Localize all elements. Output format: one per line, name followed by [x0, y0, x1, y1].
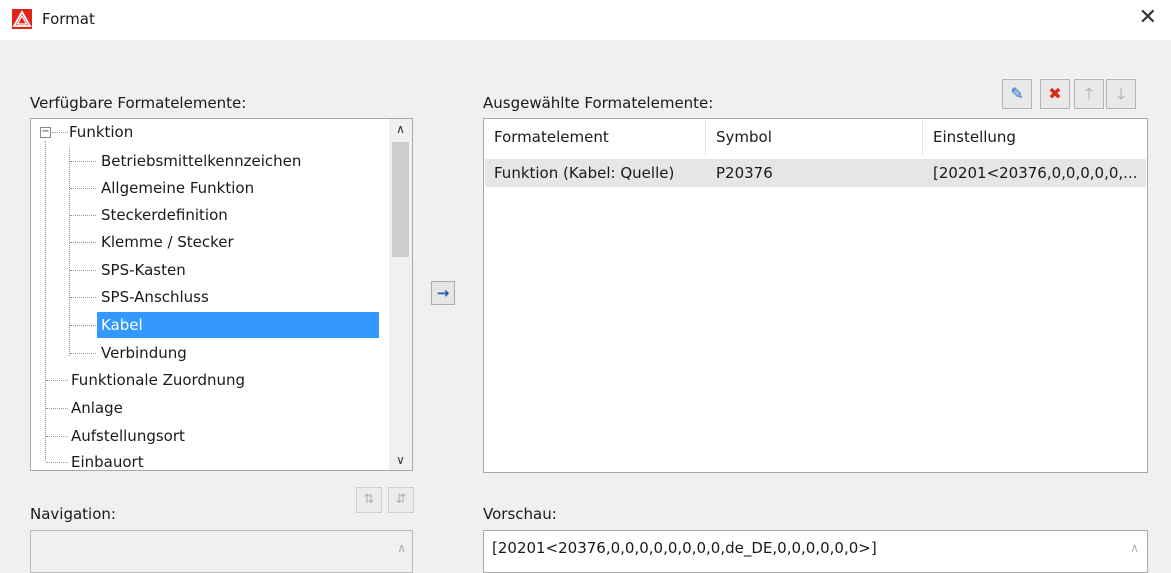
- move-down-button[interactable]: 🡓: [1106, 79, 1136, 109]
- scroll-thumb[interactable]: [392, 142, 409, 257]
- tree-connector: [70, 325, 96, 326]
- cell-formatelement: Funktion (Kabel: Quelle): [494, 164, 675, 182]
- delete-x-icon: ✖: [1048, 84, 1062, 103]
- app-warning-icon: [12, 9, 32, 29]
- navigation-up-button[interactable]: ⇅: [356, 487, 382, 513]
- tree-item-betriebsmittelkennzeichen[interactable]: Betriebsmittelkennzeichen: [101, 148, 301, 174]
- tree-connector: [46, 408, 68, 409]
- edit-button[interactable]: ✎: [1002, 79, 1032, 109]
- tree-item-kabel-selected[interactable]: Kabel: [97, 312, 379, 338]
- tree-connector: [70, 353, 96, 354]
- tree-scrollbar[interactable]: ∧ ∨: [389, 119, 412, 470]
- arrow-right-icon: →: [436, 284, 450, 302]
- tree-connector: [46, 380, 68, 381]
- delete-button[interactable]: ✖: [1040, 79, 1070, 109]
- tree-connector: [70, 215, 96, 216]
- scroll-down-icon[interactable]: ∨: [389, 453, 412, 467]
- selected-elements-label: Ausgewählte Formatelemente:: [483, 94, 714, 112]
- tree-item-klemme-stecker[interactable]: Klemme / Stecker: [101, 229, 234, 255]
- tree-item-funktionale-zuordnung[interactable]: Funktionale Zuordnung: [71, 367, 245, 393]
- navigation-label: Navigation:: [30, 505, 116, 523]
- available-elements-label: Verfügbare Formatelemente:: [30, 94, 247, 112]
- collapse-funktion-toggle[interactable]: −: [40, 127, 51, 138]
- available-elements-tree[interactable]: − Funktion Betriebsmittelkennzeichen All…: [30, 118, 413, 471]
- scroll-up-icon[interactable]: ∧: [389, 122, 412, 136]
- tree-connector: [70, 297, 96, 298]
- column-header-formatelement[interactable]: Formatelement: [484, 119, 706, 155]
- tree-item-einbauort[interactable]: Einbauort: [71, 449, 144, 470]
- cell-symbol: P20376: [716, 164, 773, 182]
- close-button[interactable]: ✕: [1139, 5, 1157, 30]
- tree-item-sps-anschluss[interactable]: SPS-Anschluss: [101, 284, 209, 310]
- tree-connector: [46, 462, 68, 463]
- column-header-symbol[interactable]: Symbol: [706, 119, 923, 155]
- tree-connector: [52, 132, 68, 133]
- window-title: Format: [42, 10, 95, 28]
- tree-connector: [70, 161, 96, 162]
- preview-label: Vorschau:: [483, 505, 557, 523]
- tree-item-verbindung[interactable]: Verbindung: [101, 340, 187, 366]
- preview-value: [20201<20376,0,0,0,0,0,0,0,0,de_DE,0,0,0…: [492, 539, 877, 557]
- selected-elements-table[interactable]: Formatelement Symbol Einstellung Funktio…: [483, 118, 1148, 473]
- navigation-field[interactable]: ∧: [30, 530, 413, 573]
- tree-connector: [46, 436, 68, 437]
- add-element-button[interactable]: →: [431, 281, 455, 305]
- navigation-down-button[interactable]: ⇵: [388, 487, 414, 513]
- tree-item-anlage[interactable]: Anlage: [71, 395, 123, 421]
- arrow-up-icon: 🡑: [1084, 84, 1094, 103]
- column-header-einstellung[interactable]: Einstellung: [923, 119, 1147, 155]
- tree-item-sps-kasten[interactable]: SPS-Kasten: [101, 257, 186, 283]
- move-up-button[interactable]: 🡑: [1074, 79, 1104, 109]
- title-bar: Format ✕: [0, 0, 1171, 40]
- tree-item-funktion[interactable]: Funktion: [69, 119, 133, 145]
- swap-down-icon: ⇵: [395, 492, 407, 507]
- tree-item-aufstellungsort[interactable]: Aufstellungsort: [71, 423, 185, 449]
- preview-field[interactable]: [20201<20376,0,0,0,0,0,0,0,0,de_DE,0,0,0…: [483, 530, 1148, 573]
- swap-up-icon: ⇅: [363, 492, 375, 507]
- chevron-up-icon[interactable]: ∧: [1130, 541, 1139, 555]
- tree-connector: [70, 188, 96, 189]
- tree-item-allgemeine-funktion[interactable]: Allgemeine Funktion: [101, 175, 254, 201]
- pencil-icon: ✎: [1010, 84, 1024, 103]
- chevron-up-icon[interactable]: ∧: [397, 541, 406, 555]
- tree-connector: [70, 242, 96, 243]
- tree-connector: [70, 270, 96, 271]
- cell-einstellung: [20201<20376,0,0,0,0,0,...: [933, 164, 1138, 182]
- tree-item-steckerdefinition[interactable]: Steckerdefinition: [101, 202, 228, 228]
- arrow-down-icon: 🡓: [1116, 84, 1126, 103]
- tree-line-root: [45, 141, 46, 461]
